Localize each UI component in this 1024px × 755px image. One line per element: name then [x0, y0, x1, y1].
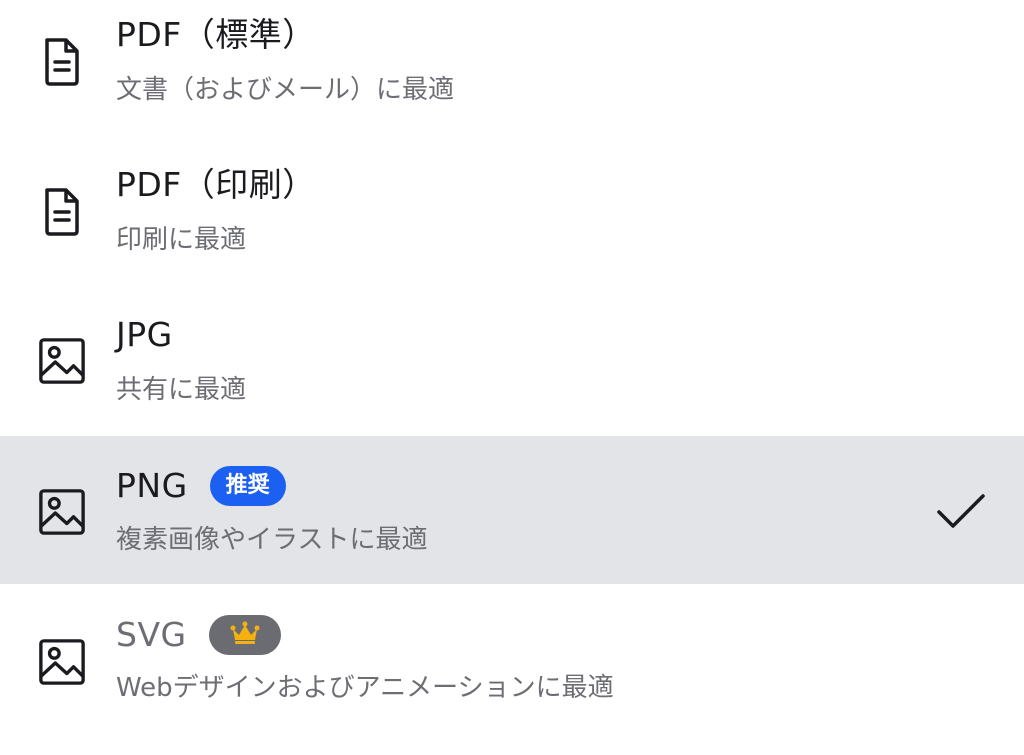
- option-title: PDF（印刷）: [116, 165, 316, 204]
- pro-badge: [208, 615, 281, 655]
- option-subtitle: 文書（およびメール）に最適: [116, 75, 455, 105]
- option-subtitle: Webデザインおよびアニメーションに最適: [116, 673, 614, 703]
- option-title: SVG: [116, 615, 187, 654]
- option-pdf-print[interactable]: PDF（印刷） 印刷に最適: [0, 136, 1024, 286]
- option-title: PNG: [116, 466, 188, 505]
- option-pdf-standard[interactable]: PDF（標準） 文書（およびメール）に最適: [0, 0, 1024, 136]
- document-icon: [38, 36, 86, 88]
- option-title: JPG: [116, 315, 173, 354]
- file-type-list: PDF（標準） 文書（およびメール）に最適 PDF（印刷） 印刷に最適 JPG …: [0, 0, 1024, 755]
- checkmark-icon: [936, 492, 986, 532]
- document-icon: [38, 186, 86, 238]
- recommended-badge: 推奨: [209, 466, 286, 506]
- option-svg[interactable]: SVG Webデザインおよびアニメーションに最適: [0, 584, 1024, 755]
- option-jpg[interactable]: JPG 共有に最適: [0, 286, 1024, 436]
- option-title: PDF（標準）: [116, 15, 316, 54]
- image-icon: [38, 636, 86, 688]
- image-icon: [38, 486, 86, 538]
- option-subtitle: 共有に最適: [116, 375, 247, 405]
- option-subtitle: 複素画像やイラストに最適: [116, 525, 428, 555]
- option-subtitle: 印刷に最適: [116, 225, 247, 255]
- crown-icon: [230, 621, 260, 649]
- option-png[interactable]: PNG 推奨 複素画像やイラストに最適: [0, 436, 1024, 584]
- image-icon: [38, 335, 86, 387]
